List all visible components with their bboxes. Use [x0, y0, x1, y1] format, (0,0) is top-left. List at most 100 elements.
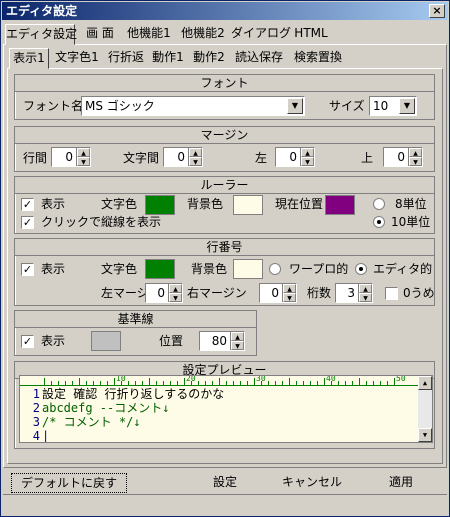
line-spacing-stepper[interactable]: 0 ▲ ▼: [51, 147, 91, 167]
ruler-tick: [86, 381, 87, 386]
linenum-show-checkbox[interactable]: ✓: [21, 263, 34, 276]
spin-up-icon[interactable]: ▲: [301, 148, 314, 157]
preview-line-number: 1: [32, 387, 40, 401]
font-size-label: サイズ: [329, 99, 365, 113]
tab-display1[interactable]: 表示1: [9, 48, 49, 69]
ruler-text-color-swatch[interactable]: [145, 195, 175, 215]
ruler-number: 30: [256, 375, 266, 383]
font-name-value: MS ゴシック: [85, 99, 155, 113]
ruler-unit8-radio[interactable]: [373, 198, 385, 210]
linenum-zero-checkbox[interactable]: [385, 287, 398, 300]
line-spacing-value: 0: [65, 150, 73, 164]
spin-down-icon[interactable]: ▼: [77, 157, 90, 166]
apply-button[interactable]: 適用: [373, 473, 429, 493]
default-button[interactable]: デフォルトに戻す: [11, 473, 127, 493]
ruler-number: 50: [396, 375, 406, 383]
ruler-click-checkbox[interactable]: ✓: [21, 216, 34, 229]
preview-line-number: 4: [32, 429, 40, 443]
spin-down-icon[interactable]: ▼: [301, 157, 314, 166]
ruler-tick: [303, 381, 304, 386]
spin-down-icon[interactable]: ▼: [283, 293, 296, 302]
tab-action2[interactable]: 動作2: [189, 48, 229, 68]
ruler-tick: [142, 381, 143, 386]
ruler-show-checkbox[interactable]: ✓: [21, 198, 34, 211]
tab-other2[interactable]: 他機能2: [177, 24, 229, 44]
spin-up-icon[interactable]: ▲: [231, 332, 244, 341]
spin-down-icon[interactable]: ▼: [189, 157, 202, 166]
cancel-button[interactable]: キャンセル: [277, 473, 347, 493]
close-button[interactable]: ×: [429, 4, 445, 18]
preview-ruler: 10 20 30 40 50: [20, 376, 418, 386]
scroll-down-icon[interactable]: ▼: [418, 428, 432, 442]
spin-down-icon[interactable]: ▼: [231, 341, 244, 350]
ok-button[interactable]: 設定: [197, 473, 253, 493]
spin-down-icon[interactable]: ▼: [359, 293, 372, 302]
linenum-right-margin-value: 0: [271, 286, 279, 300]
tab-other1[interactable]: 他機能1: [123, 24, 175, 44]
linenum-digits-value: 3: [347, 286, 355, 300]
ruler-tick: [268, 381, 269, 386]
preview-line: 1 設定 確認 行折り返しするのかな: [20, 387, 224, 401]
ruler-tick: [380, 381, 381, 386]
spin-up-icon[interactable]: ▲: [283, 284, 296, 293]
spin-up-icon[interactable]: ▲: [169, 284, 182, 293]
spin-up-icon[interactable]: ▲: [189, 148, 202, 157]
ruler-tick: [177, 381, 178, 386]
spin-down-icon[interactable]: ▼: [169, 293, 182, 302]
baseline-color-swatch[interactable]: [91, 331, 121, 351]
preview-line: 3/* コメント */↓: [20, 415, 141, 429]
preview-scrollbar[interactable]: ▲ ▼: [418, 376, 432, 442]
preview-line-text: /* コメント */↓: [42, 415, 141, 429]
ruler-tick: [254, 378, 255, 386]
linenum-right-margin-stepper[interactable]: 0 ▲ ▼: [259, 283, 297, 303]
linenum-editor-radio[interactable]: [355, 263, 367, 275]
left-margin-value: 0: [289, 150, 297, 164]
ruler-cursor-color-swatch[interactable]: [325, 195, 355, 215]
tab-dialog[interactable]: ダイアログ: [231, 24, 291, 44]
ruler-bg-color-swatch[interactable]: [233, 195, 263, 215]
tab-html[interactable]: HTML: [293, 24, 329, 44]
preview-line-text: 設定 確認 行折り返しするのかな: [42, 387, 225, 401]
linenum-text-color-swatch[interactable]: [145, 259, 175, 279]
baseline-pos-stepper[interactable]: 80 ▲ ▼: [199, 331, 245, 351]
ruler-tick: [394, 378, 395, 386]
spin-up-icon[interactable]: ▲: [409, 148, 422, 157]
scroll-up-icon[interactable]: ▲: [418, 376, 432, 390]
ruler-tick: [51, 381, 52, 386]
preview-area: 10 20 30 40 50 1 設定 確認 行折り返しするのかな 2 abcdefg --コ…: [19, 375, 433, 443]
chevron-down-icon[interactable]: ▼: [287, 98, 303, 114]
ruler-bg-label: 背景色: [187, 197, 224, 211]
chevron-down-icon[interactable]: ▼: [399, 98, 415, 114]
char-spacing-stepper[interactable]: 0 ▲ ▼: [163, 147, 203, 167]
ruler-unit10-radio[interactable]: [373, 216, 385, 228]
ruler-tick: [359, 378, 360, 386]
linenum-bg-label: 背景色: [191, 262, 228, 276]
tab-screen[interactable]: 画 面: [79, 24, 121, 44]
ruler-tick: [107, 381, 108, 386]
tab-editor-settings[interactable]: エディタ設定: [5, 24, 77, 45]
tab-wrap[interactable]: 行折返: [105, 48, 147, 68]
tab-load-save[interactable]: 読込保存: [231, 48, 287, 68]
linenum-bg-color-swatch[interactable]: [233, 259, 263, 279]
spin-up-icon[interactable]: ▲: [77, 148, 90, 157]
linenum-left-margin-stepper[interactable]: 0 ▲ ▼: [145, 283, 183, 303]
spin-down-icon[interactable]: ▼: [409, 157, 422, 166]
linenum-editor-label: エディタ的: [373, 262, 433, 276]
font-name-select[interactable]: MS ゴシック ▼: [81, 96, 305, 116]
tab-action1[interactable]: 動作1: [149, 48, 187, 68]
ruler-tick: [345, 381, 346, 386]
linenum-digits-stepper[interactable]: 3 ▲ ▼: [335, 283, 373, 303]
linenum-wrap-radio[interactable]: [269, 263, 281, 275]
baseline-show-checkbox[interactable]: ✓: [21, 335, 34, 348]
spin-up-icon[interactable]: ▲: [359, 284, 372, 293]
top-margin-stepper[interactable]: 0 ▲ ▼: [383, 147, 423, 167]
font-size-select[interactable]: 10 ▼: [369, 96, 417, 116]
font-name-label: フォント名: [23, 99, 84, 113]
tab-text-color1[interactable]: 文字色1: [51, 48, 103, 68]
ruler-click-label: クリックで縦線を表示: [41, 215, 162, 229]
preview-line-text: abcdefg --コメント↓: [42, 401, 170, 415]
window-title: エディタ設定: [6, 4, 78, 18]
tab-search-replace[interactable]: 検索置換: [289, 48, 347, 68]
left-margin-stepper[interactable]: 0 ▲ ▼: [275, 147, 315, 167]
ruler-tick: [247, 381, 248, 386]
